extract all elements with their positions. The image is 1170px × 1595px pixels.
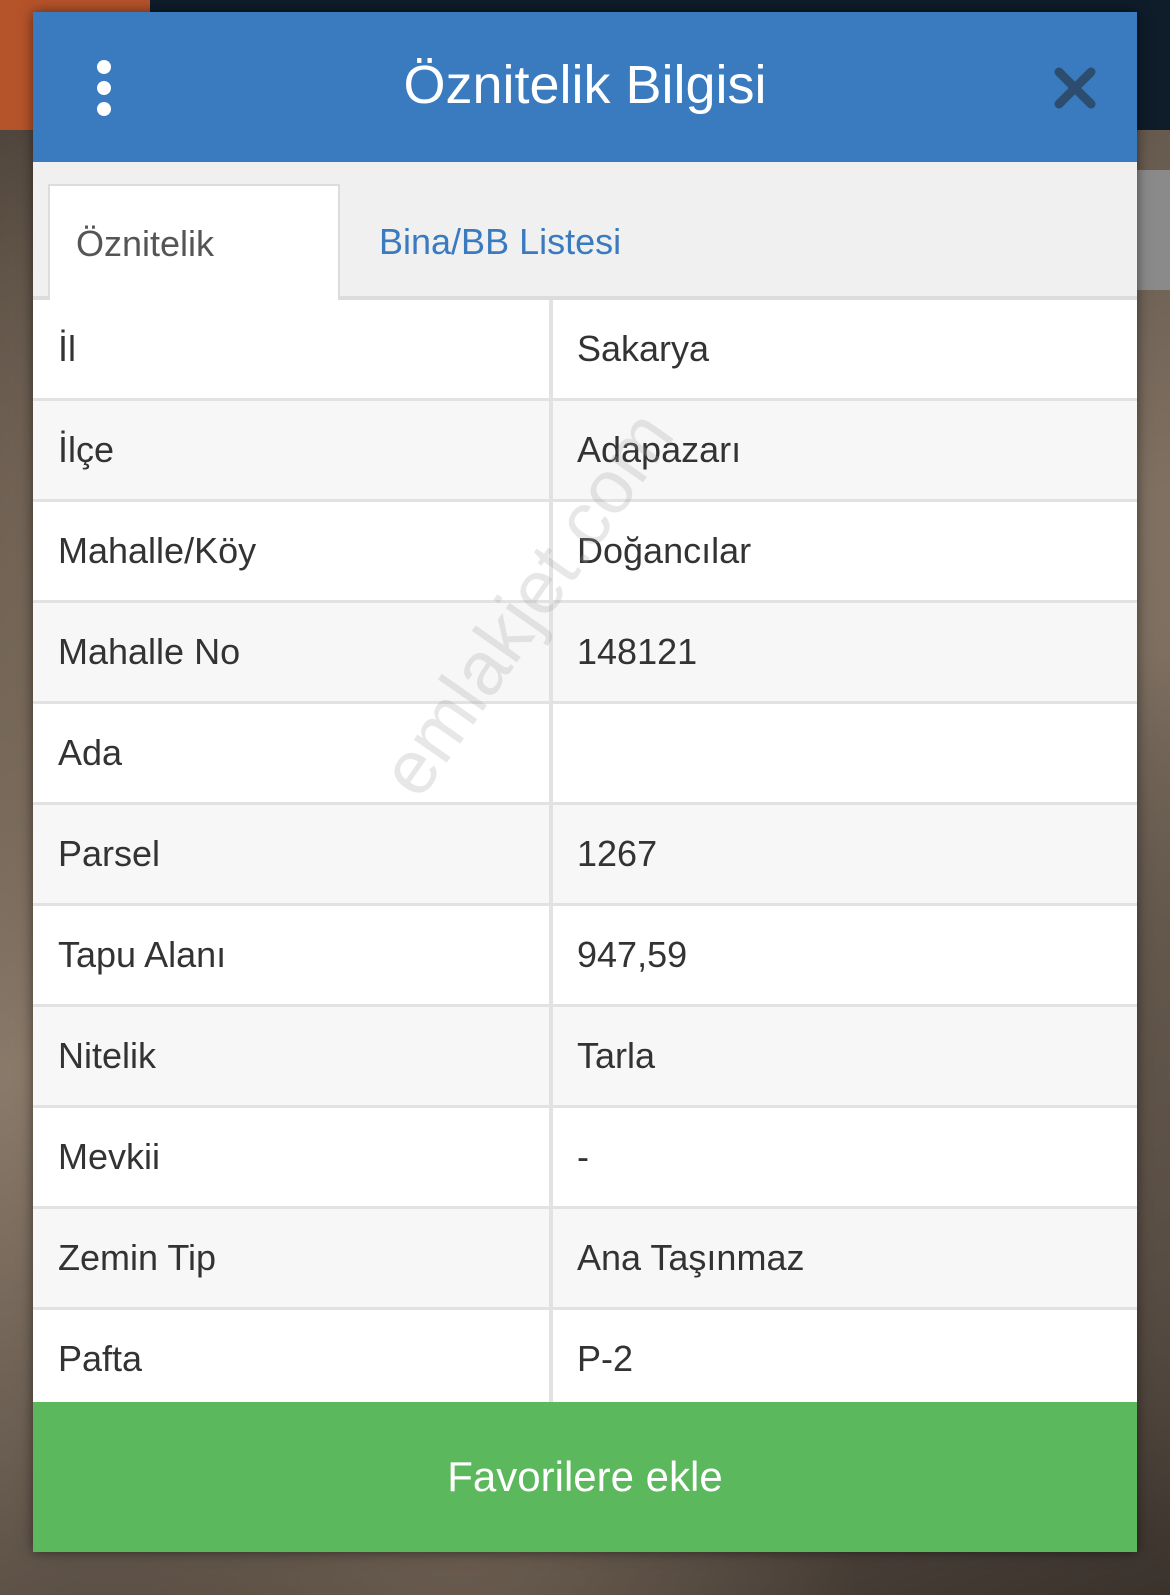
row-value: Doğancılar	[577, 530, 752, 571]
table-row: Pafta P-2	[33, 1310, 1137, 1411]
table-row: Mahalle No 148121	[33, 603, 1137, 704]
row-value: Sakarya	[577, 328, 710, 369]
table-row: Ada	[33, 704, 1137, 805]
modal-header: Öznitelik Bilgisi	[33, 12, 1137, 162]
row-key: Pafta	[33, 1310, 553, 1408]
row-key: Mahalle/Köy	[33, 502, 553, 600]
row-key: Tapu Alanı	[33, 906, 553, 1004]
row-key: Nitelik	[33, 1007, 553, 1105]
table-row: Mevkii -	[33, 1108, 1137, 1209]
table-row: İlçe Adapazarı	[33, 401, 1137, 502]
row-value: Tarla	[577, 1035, 656, 1076]
attribute-table: İl Sakarya İlçe Adapazarı Mahalle/Köy Do…	[33, 300, 1137, 1411]
row-key: İlçe	[33, 401, 553, 499]
row-value: Ana Taşınmaz	[577, 1237, 805, 1278]
table-row: Nitelik Tarla	[33, 1007, 1137, 1108]
row-key: Mevkii	[33, 1108, 553, 1206]
row-value: Adapazarı	[577, 429, 742, 470]
close-icon[interactable]	[1053, 66, 1097, 110]
add-to-favorites-button[interactable]: Favorilere ekle	[33, 1402, 1137, 1552]
tab-building-list[interactable]: Bina/BB Listesi	[353, 184, 647, 300]
table-row: Parsel 1267	[33, 805, 1137, 906]
row-key: İl	[33, 300, 553, 398]
row-key: Zemin Tip	[33, 1209, 553, 1307]
row-key: Ada	[33, 704, 553, 802]
table-row: Zemin Tip Ana Taşınmaz	[33, 1209, 1137, 1310]
row-key: Mahalle No	[33, 603, 553, 701]
row-value: 947,59	[577, 934, 688, 975]
attribute-info-modal: Öznitelik Bilgisi Öznitelik Bilgisi Bina…	[33, 12, 1137, 1552]
table-row: Tapu Alanı 947,59	[33, 906, 1137, 1007]
table-row: İl Sakarya	[33, 300, 1137, 401]
row-value: 148121	[577, 631, 698, 672]
row-key: Parsel	[33, 805, 553, 903]
tab-attribute-info[interactable]: Öznitelik Bilgisi	[48, 184, 340, 380]
modal-title: Öznitelik Bilgisi	[403, 55, 767, 115]
row-value: P-2	[577, 1338, 634, 1379]
table-row: Mahalle/Köy Doğancılar	[33, 502, 1137, 603]
row-value	[553, 704, 1137, 802]
row-value: -	[577, 1136, 589, 1177]
row-value: 1267	[577, 833, 658, 874]
tab-bar: Öznitelik Bilgisi Bina/BB Listesi	[33, 162, 1137, 380]
